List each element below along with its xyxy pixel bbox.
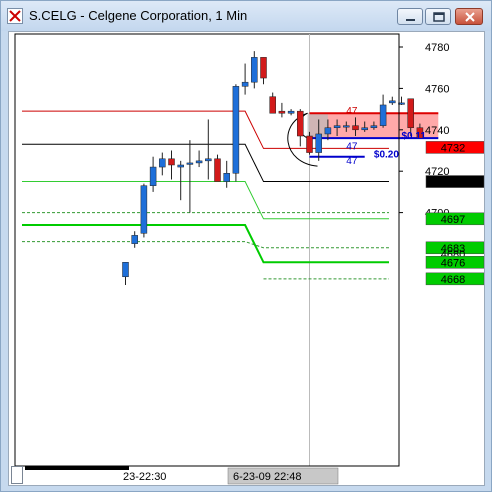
- price-change-label: $0.11: [402, 131, 427, 142]
- candle-body: [407, 98, 414, 128]
- candle-body: [159, 158, 166, 168]
- maximize-button[interactable]: [425, 8, 451, 25]
- minimize-icon: [406, 19, 415, 21]
- candle-body: [149, 166, 157, 186]
- maximize-icon: [433, 12, 445, 22]
- minimize-button[interactable]: [397, 8, 423, 25]
- candle-body: [315, 133, 322, 153]
- price-marker-label: 4676: [441, 257, 465, 269]
- candle-body: [214, 158, 221, 182]
- close-button[interactable]: [455, 8, 483, 25]
- candle-body: [131, 235, 138, 244]
- candle-body: [205, 158, 212, 162]
- price-tick-label: 4780: [425, 42, 449, 54]
- candle-body: [269, 96, 276, 114]
- candle-body: [232, 86, 240, 174]
- price-marker-label: 4732: [441, 142, 465, 154]
- candle-body: [370, 125, 378, 128]
- candle-body: [333, 125, 341, 128]
- price-tick-label: 4740: [425, 125, 449, 137]
- chart-app-icon[interactable]: [7, 8, 23, 24]
- candle-body: [324, 127, 332, 135]
- time-scrollbar-thumb[interactable]: [11, 466, 23, 484]
- candle-body: [241, 81, 249, 87]
- zone-label: 47: [346, 106, 358, 117]
- candle-body: [306, 135, 313, 153]
- candle-body: [260, 57, 267, 79]
- candle-body: [278, 110, 286, 114]
- title-bar[interactable]: S.CELG - Celgene Corporation, 1 Min: [1, 1, 491, 31]
- plot-frame: [14, 33, 400, 467]
- candle-body: [352, 125, 359, 131]
- candle-body: [361, 127, 368, 131]
- candle-body: [287, 110, 295, 114]
- time-label-start: 23-22:30: [123, 471, 166, 483]
- candle-body: [195, 160, 203, 164]
- window-title: S.CELG - Celgene Corporation, 1 Min: [29, 8, 248, 23]
- candle-body: [389, 100, 396, 104]
- close-icon: [465, 12, 475, 22]
- candlestick-chart[interactable]: 474747$0.11$0.20478047604740472047004732…: [9, 32, 485, 486]
- candle-body: [168, 158, 175, 166]
- price-tick-label: 4760: [425, 83, 449, 95]
- candle-body: [223, 173, 230, 182]
- price-marker-label: 4697: [441, 214, 465, 226]
- candle-body: [186, 162, 194, 165]
- chart-area[interactable]: 474747$0.11$0.20478047604740472047004732…: [8, 31, 485, 486]
- candle-body: [343, 125, 350, 128]
- price-marker-label: 4668: [441, 274, 465, 286]
- zone-label: 47: [346, 141, 358, 152]
- time-label-cursor: 6-23-09 22:48: [233, 471, 302, 483]
- candle-body: [379, 104, 387, 126]
- candle-body: [122, 262, 129, 278]
- candle-body: [177, 164, 184, 168]
- candle-body: [251, 57, 258, 83]
- time-scroll-track: [25, 466, 129, 470]
- price-marker-label: 4715: [441, 177, 465, 189]
- price-change-label: $0.20: [374, 150, 399, 161]
- candle-body: [297, 110, 304, 137]
- chart-window: S.CELG - Celgene Corporation, 1 Min 47 47…: [0, 0, 492, 492]
- candle-body: [140, 185, 148, 234]
- zone-label: 47: [346, 156, 358, 167]
